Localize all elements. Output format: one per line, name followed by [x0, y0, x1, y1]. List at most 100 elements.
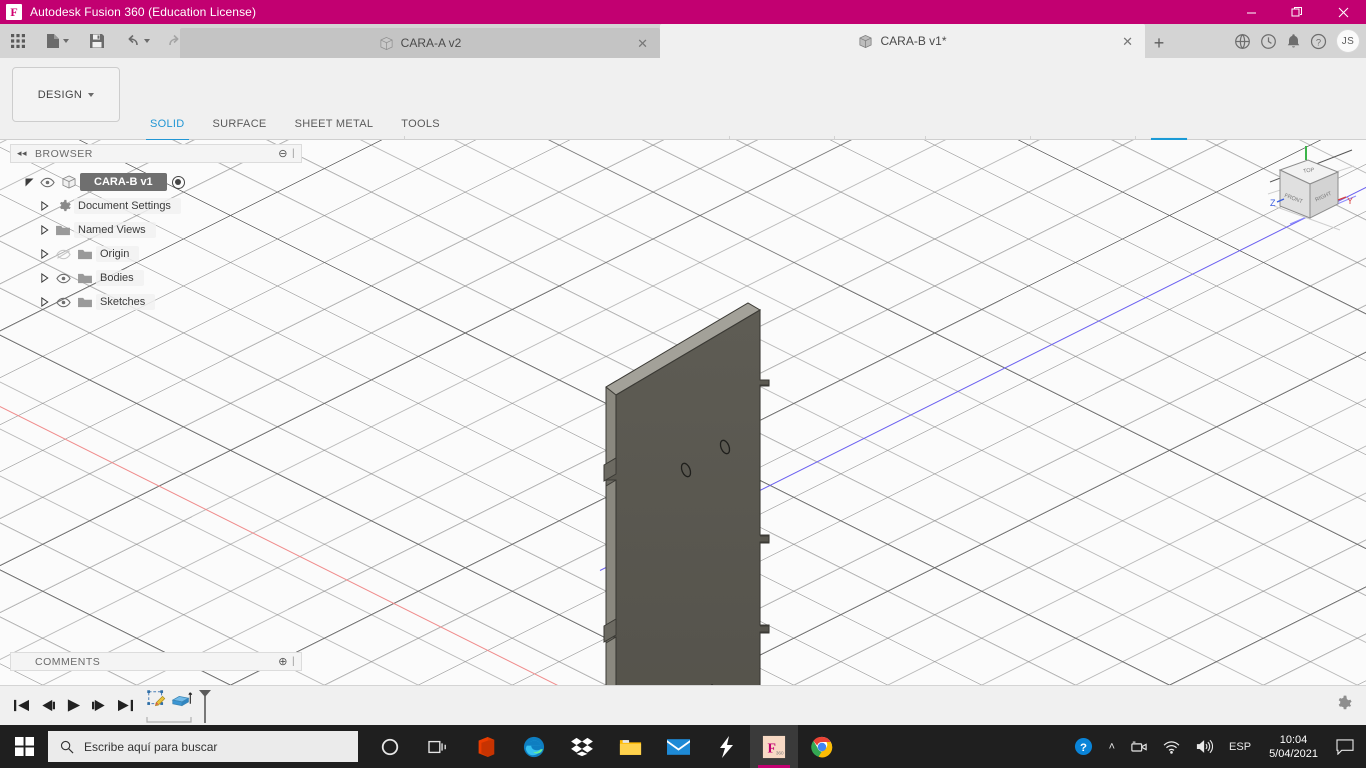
timeline-go-to-beginning-button[interactable] — [8, 692, 34, 720]
document-tab-label: CARA-A v2 — [400, 36, 462, 50]
expand-arrow-icon[interactable] — [22, 177, 36, 188]
taskbar-app-edge[interactable] — [510, 725, 558, 768]
ribbon-toolbar: DESIGN SOLID SURFACE SHEET METAL TOOLS — [0, 58, 1366, 188]
minimize-button[interactable] — [1228, 0, 1274, 24]
document-tab-cara-a[interactable]: CARA-A v2 ✕ — [180, 28, 660, 58]
browser-root-row[interactable]: CARA-B v1 — [10, 170, 302, 194]
document-tab-cara-b[interactable]: CARA-B v1* ✕ — [660, 24, 1145, 58]
close-button[interactable] — [1320, 0, 1366, 24]
model-front-face — [604, 309, 770, 685]
help-icon[interactable]: ? — [1310, 33, 1327, 50]
tray-wifi-icon[interactable] — [1155, 725, 1188, 768]
taskbar-app-cortana[interactable] — [366, 725, 414, 768]
visibility-eye-icon[interactable] — [52, 297, 74, 308]
browser-collapse-icon[interactable]: ◂◂ — [17, 148, 27, 159]
timeline-extrude-feature[interactable] — [170, 689, 194, 718]
visibility-eye-off-icon[interactable] — [52, 249, 74, 260]
window-controls — [1228, 0, 1366, 24]
view-cube[interactable]: TOP FRONT RIGHT Z Y — [1260, 144, 1360, 234]
svg-text:?: ? — [1080, 742, 1087, 754]
timeline-go-to-end-button[interactable] — [112, 692, 138, 720]
expand-arrow-icon[interactable] — [38, 273, 52, 283]
document-tab-close-icon[interactable]: ✕ — [637, 37, 648, 50]
comments-panel-header[interactable]: COMMENTS ⊕ | — [10, 652, 302, 671]
undo-caret-icon[interactable] — [144, 39, 150, 43]
visibility-eye-icon[interactable] — [52, 273, 74, 284]
timeline-marker[interactable] — [197, 689, 213, 723]
undo-button[interactable] — [121, 28, 154, 54]
timeline-bar — [0, 685, 1366, 725]
windows-taskbar: Escribe aquí para buscar F 360 ? ˄ ESP 1… — [0, 725, 1366, 768]
taskbar-app-task-view[interactable] — [414, 725, 462, 768]
new-file-button[interactable] — [42, 28, 73, 54]
timeline-step-back-button[interactable] — [34, 692, 60, 720]
visibility-eye-icon[interactable] — [36, 177, 58, 188]
browser-tree: CARA-B v1 Document Settings Named Views — [10, 170, 302, 314]
tray-help-icon[interactable]: ? — [1066, 725, 1101, 768]
browser-item-origin[interactable]: Origin — [10, 242, 302, 266]
taskbar-app-office[interactable] — [462, 725, 510, 768]
browser-resize-grip[interactable]: | — [292, 148, 298, 159]
system-tray: ? ˄ ESP 10:04 5/04/2021 — [1066, 725, 1366, 768]
view-cube-axis-z: Z — [1270, 198, 1276, 208]
taskbar-search-box[interactable]: Escribe aquí para buscar — [48, 731, 358, 762]
expand-arrow-icon[interactable] — [38, 249, 52, 259]
taskbar-app-fusion360[interactable]: F 360 — [750, 725, 798, 768]
comments-resize-grip[interactable]: | — [292, 656, 298, 667]
svg-text:360: 360 — [776, 750, 784, 755]
activate-component-radio[interactable] — [171, 175, 185, 189]
start-button[interactable] — [0, 725, 48, 768]
account-toolbar: ? JS — [1234, 26, 1360, 56]
taskbar-app-dropbox[interactable] — [558, 725, 606, 768]
expand-arrow-icon[interactable] — [38, 201, 52, 211]
taskbar-app-chrome[interactable] — [798, 725, 846, 768]
tray-volume-icon[interactable] — [1188, 725, 1221, 768]
workspace-switcher-button[interactable]: DESIGN — [12, 67, 120, 122]
tray-clock[interactable]: 10:04 5/04/2021 — [1259, 725, 1328, 768]
expand-arrow-icon[interactable] — [38, 297, 52, 307]
recent-activity-clock-icon[interactable] — [1260, 33, 1277, 50]
expand-arrow-icon[interactable] — [38, 225, 52, 235]
folder-icon — [74, 296, 96, 309]
browser-item-bodies[interactable]: Bodies — [10, 266, 302, 290]
data-panel-icon[interactable] — [1234, 33, 1251, 50]
tab-solid[interactable]: SOLID — [136, 118, 199, 141]
new-document-tab-button[interactable]: + — [1145, 28, 1173, 58]
app-logo-icon: F — [6, 4, 22, 20]
tray-camera-icon[interactable] — [1123, 725, 1155, 768]
folder-icon — [52, 224, 74, 237]
taskbar-app-file-explorer[interactable] — [606, 725, 654, 768]
timeline-play-button[interactable] — [60, 692, 86, 720]
timeline-sketch-feature[interactable] — [146, 689, 168, 716]
timeline-step-forward-button[interactable] — [86, 692, 112, 720]
timeline-settings-gear-icon[interactable] — [1334, 695, 1352, 718]
tab-surface[interactable]: SURFACE — [199, 118, 281, 136]
browser-item-sketches[interactable]: Sketches — [10, 290, 302, 314]
app-grid-icon[interactable] — [6, 28, 30, 54]
browser-item-named-views[interactable]: Named Views — [10, 218, 302, 242]
browser-minimize-icon[interactable]: ⊖ — [278, 147, 288, 160]
browser-item-label: Origin — [96, 246, 140, 262]
folder-icon — [74, 248, 96, 261]
tray-date: 5/04/2021 — [1269, 747, 1318, 760]
tray-language-indicator[interactable]: ESP — [1221, 725, 1259, 768]
document-tab-close-icon[interactable]: ✕ — [1122, 35, 1133, 48]
tab-tools[interactable]: TOOLS — [387, 118, 454, 136]
user-avatar[interactable]: JS — [1336, 29, 1360, 53]
tray-expand-chevron-icon[interactable]: ˄ — [1101, 725, 1123, 768]
comments-panel-title: COMMENTS — [35, 655, 101, 668]
component-cube-icon — [58, 175, 80, 189]
window-title: Autodesk Fusion 360 (Education License) — [30, 5, 257, 19]
maximize-button[interactable] — [1274, 0, 1320, 24]
new-file-caret-icon[interactable] — [63, 39, 69, 43]
taskbar-app-shareit[interactable] — [702, 725, 750, 768]
add-comment-icon[interactable]: ⊕ — [278, 655, 288, 668]
document-cube-icon — [858, 34, 873, 49]
tray-action-center-icon[interactable] — [1328, 725, 1366, 768]
browser-item-document-settings[interactable]: Document Settings — [10, 194, 302, 218]
notifications-bell-icon[interactable] — [1286, 33, 1301, 50]
workspace-switcher-caret-icon — [88, 92, 95, 97]
taskbar-app-mail[interactable] — [654, 725, 702, 768]
tab-sheet-metal[interactable]: SHEET METAL — [281, 118, 388, 136]
save-button[interactable] — [85, 28, 109, 54]
